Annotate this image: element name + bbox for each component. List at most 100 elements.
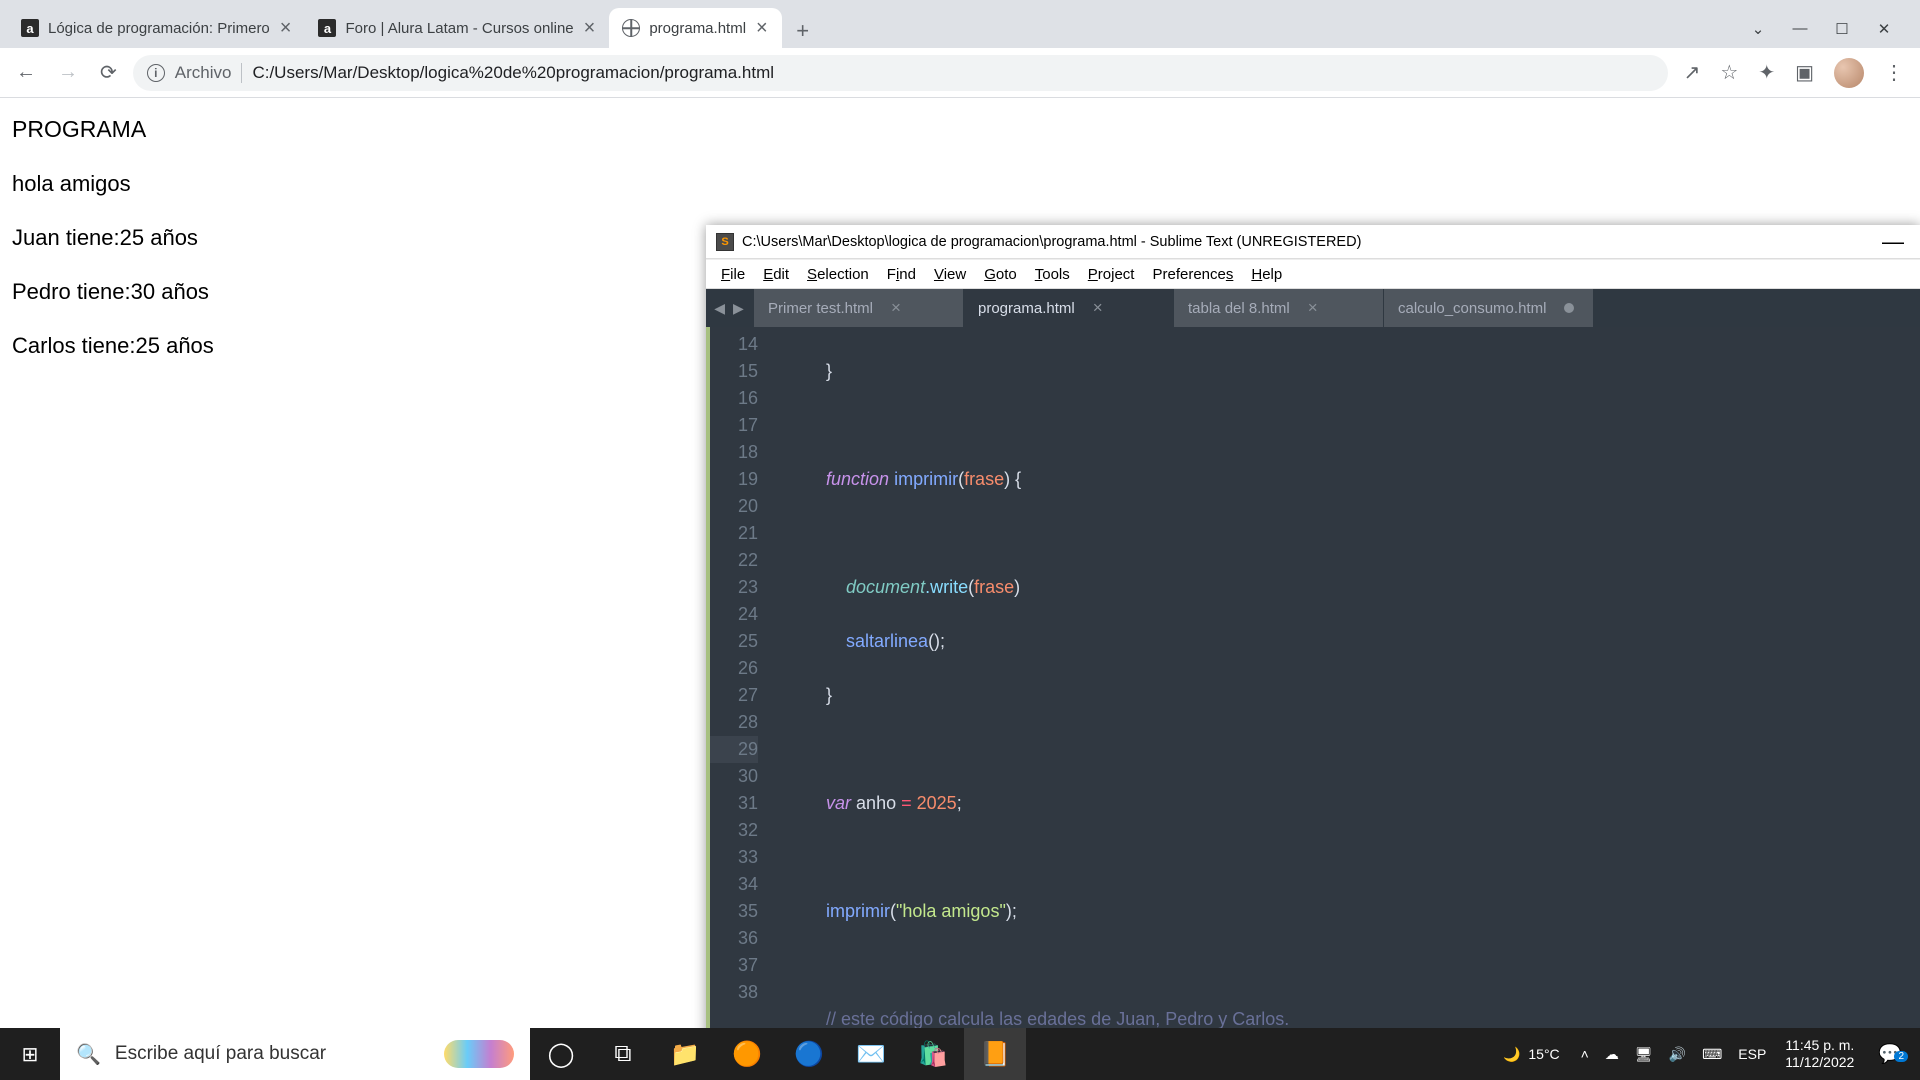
sublime-tab-bar: ◀ ▶ Primer test.html × programa.html × t… bbox=[706, 289, 1920, 327]
browser-tab[interactable]: a Foro | Alura Latam - Cursos online × bbox=[305, 8, 609, 48]
search-highlight-icon bbox=[444, 1040, 514, 1068]
windows-taskbar: ⊞ 🔍 Escribe aquí para buscar ◯ ⧉ 📁 🟠 🔵 ✉… bbox=[0, 1028, 1920, 1080]
close-editor-tab-icon[interactable]: × bbox=[1308, 298, 1318, 318]
favicon-globe-icon bbox=[621, 18, 641, 38]
store-icon[interactable]: 🛍️ bbox=[902, 1028, 964, 1080]
menu-selection[interactable]: Selection bbox=[798, 266, 878, 283]
close-tab-icon[interactable]: × bbox=[278, 17, 294, 40]
bookmark-star-icon[interactable]: ☆ bbox=[1720, 60, 1738, 85]
close-window-icon[interactable]: ✕ bbox=[1874, 20, 1894, 38]
task-view-icon[interactable]: ⧉ bbox=[592, 1028, 654, 1080]
weather-widget[interactable]: 🌙 15°C bbox=[1493, 1046, 1570, 1063]
file-explorer-icon[interactable]: 📁 bbox=[654, 1028, 716, 1080]
editor-tab[interactable]: Primer test.html × bbox=[754, 289, 964, 327]
back-button[interactable]: ← bbox=[10, 57, 42, 88]
keyboard-icon[interactable]: ⌨ bbox=[1697, 1046, 1727, 1063]
chrome-icon[interactable]: 🔵 bbox=[778, 1028, 840, 1080]
menu-help[interactable]: Help bbox=[1242, 266, 1291, 283]
weather-temp: 15°C bbox=[1528, 1046, 1559, 1062]
taskbar-pinned-apps: ◯ ⧉ 📁 🟠 🔵 ✉️ 🛍️ 📙 bbox=[530, 1028, 1026, 1080]
page-heading: PROGRAMA bbox=[12, 116, 1908, 143]
forward-button[interactable]: → bbox=[52, 57, 84, 88]
menu-preferences[interactable]: Preferences bbox=[1143, 266, 1242, 283]
editor-tab-label: calculo_consumo.html bbox=[1398, 300, 1546, 317]
browser-tab-active[interactable]: programa.html × bbox=[609, 8, 781, 48]
editor-tab-active[interactable]: programa.html × bbox=[964, 289, 1174, 327]
kebab-menu-icon[interactable]: ⋮ bbox=[1884, 60, 1904, 85]
menu-find[interactable]: Find bbox=[878, 266, 925, 283]
tray-expand-icon[interactable]: ˄ bbox=[1576, 1046, 1594, 1062]
notification-badge: 2 bbox=[1894, 1051, 1908, 1062]
sublime-titlebar[interactable]: S C:\Users\Mar\Desktop\logica de program… bbox=[706, 225, 1920, 259]
line-number-gutter: 1415161718192021222324252627282930313233… bbox=[706, 327, 768, 1044]
editor-tab-label: tabla del 8.html bbox=[1188, 300, 1290, 317]
share-icon[interactable]: ↗ bbox=[1684, 60, 1701, 85]
input-language[interactable]: ESP bbox=[1733, 1046, 1771, 1062]
editor-tab-label: programa.html bbox=[978, 300, 1075, 317]
close-tab-icon[interactable]: × bbox=[582, 17, 598, 40]
weather-icon: 🌙 bbox=[1503, 1046, 1520, 1063]
sublime-app-icon: S bbox=[716, 233, 734, 251]
new-tab-button[interactable]: + bbox=[786, 14, 820, 48]
url-path: C:/Users/Mar/Desktop/logica%20de%20progr… bbox=[252, 63, 774, 83]
cortana-icon[interactable]: ◯ bbox=[530, 1028, 592, 1080]
tab-title: Foro | Alura Latam - Cursos online bbox=[345, 20, 573, 37]
window-controls: ⌄ — ☐ ✕ bbox=[1748, 20, 1912, 48]
search-placeholder: Escribe aquí para buscar bbox=[115, 1043, 326, 1065]
sublime-minimize-icon[interactable]: — bbox=[1876, 229, 1910, 255]
reload-button[interactable]: ⟳ bbox=[94, 56, 123, 89]
onedrive-icon[interactable]: ☁ bbox=[1600, 1046, 1624, 1063]
extensions-icon[interactable]: ✦ bbox=[1758, 60, 1775, 85]
site-info-icon[interactable]: i bbox=[147, 64, 165, 82]
tab-history-nav[interactable]: ◀ ▶ bbox=[706, 289, 754, 327]
clock[interactable]: 11:45 p. m. 11/12/2022 bbox=[1777, 1037, 1862, 1071]
action-center-icon[interactable]: 💬2 bbox=[1868, 1042, 1912, 1066]
tab-dropdown-icon[interactable]: ⌄ bbox=[1748, 20, 1768, 38]
browser-icon[interactable]: 🟠 bbox=[716, 1028, 778, 1080]
mail-icon[interactable]: ✉️ bbox=[840, 1028, 902, 1080]
sublime-menubar: File Edit Selection Find View Goto Tools… bbox=[706, 259, 1920, 289]
favicon-alura-icon: a bbox=[20, 18, 40, 38]
start-button[interactable]: ⊞ bbox=[0, 1028, 60, 1080]
clock-time: 11:45 p. m. bbox=[1785, 1037, 1854, 1054]
minimize-icon[interactable]: — bbox=[1790, 20, 1810, 38]
browser-toolbar: ← → ⟳ i Archivo C:/Users/Mar/Desktop/log… bbox=[0, 48, 1920, 98]
sublime-window: S C:\Users\Mar\Desktop\logica de program… bbox=[706, 225, 1920, 1044]
editor-tab-label: Primer test.html bbox=[768, 300, 873, 317]
system-tray: 🌙 15°C ˄ ☁ 🖥 🔊 ⌨ ESP 11:45 p. m. 11/12/2… bbox=[1493, 1028, 1920, 1080]
menu-view[interactable]: View bbox=[925, 266, 975, 283]
minimap[interactable] bbox=[1910, 327, 1920, 1044]
sublime-editor[interactable]: 1415161718192021222324252627282930313233… bbox=[706, 327, 1920, 1044]
clock-date: 11/12/2022 bbox=[1785, 1054, 1854, 1071]
taskbar-search[interactable]: 🔍 Escribe aquí para buscar bbox=[60, 1028, 530, 1080]
page-line: hola amigos bbox=[12, 171, 1908, 197]
close-editor-tab-icon[interactable]: × bbox=[1093, 298, 1103, 318]
tab-title: programa.html bbox=[649, 20, 746, 37]
display-icon[interactable]: 🖥 bbox=[1630, 1046, 1658, 1063]
profile-avatar[interactable] bbox=[1834, 58, 1864, 88]
menu-tools[interactable]: Tools bbox=[1026, 266, 1079, 283]
address-bar[interactable]: i Archivo C:/Users/Mar/Desktop/logica%20… bbox=[133, 55, 1668, 91]
side-panel-icon[interactable]: ▣ bbox=[1795, 60, 1814, 85]
dirty-indicator-icon bbox=[1564, 303, 1574, 313]
sublime-taskbar-icon[interactable]: 📙 bbox=[964, 1028, 1026, 1080]
favicon-alura-icon: a bbox=[317, 18, 337, 38]
close-editor-tab-icon[interactable]: × bbox=[891, 298, 901, 318]
editor-tab[interactable]: tabla del 8.html × bbox=[1174, 289, 1384, 327]
menu-project[interactable]: Project bbox=[1079, 266, 1144, 283]
url-scheme: Archivo bbox=[175, 63, 243, 83]
volume-icon[interactable]: 🔊 bbox=[1664, 1046, 1691, 1063]
tab-title: Lógica de programación: Primero bbox=[48, 20, 270, 37]
close-tab-icon[interactable]: × bbox=[754, 17, 770, 40]
sublime-title: C:\Users\Mar\Desktop\logica de programac… bbox=[742, 234, 1361, 250]
menu-goto[interactable]: Goto bbox=[975, 266, 1026, 283]
menu-edit[interactable]: Edit bbox=[754, 266, 798, 283]
search-icon: 🔍 bbox=[76, 1042, 101, 1067]
menu-file[interactable]: File bbox=[712, 266, 754, 283]
browser-tab[interactable]: a Lógica de programación: Primero × bbox=[8, 8, 305, 48]
toolbar-icons: ↗ ☆ ✦ ▣ ⋮ bbox=[1678, 58, 1910, 88]
editor-tab[interactable]: calculo_consumo.html bbox=[1384, 289, 1594, 327]
maximize-icon[interactable]: ☐ bbox=[1832, 20, 1852, 38]
code-area[interactable]: } function imprimir(frase) { document.wr… bbox=[768, 327, 1910, 1044]
browser-tab-strip: a Lógica de programación: Primero × a Fo… bbox=[0, 0, 1920, 48]
